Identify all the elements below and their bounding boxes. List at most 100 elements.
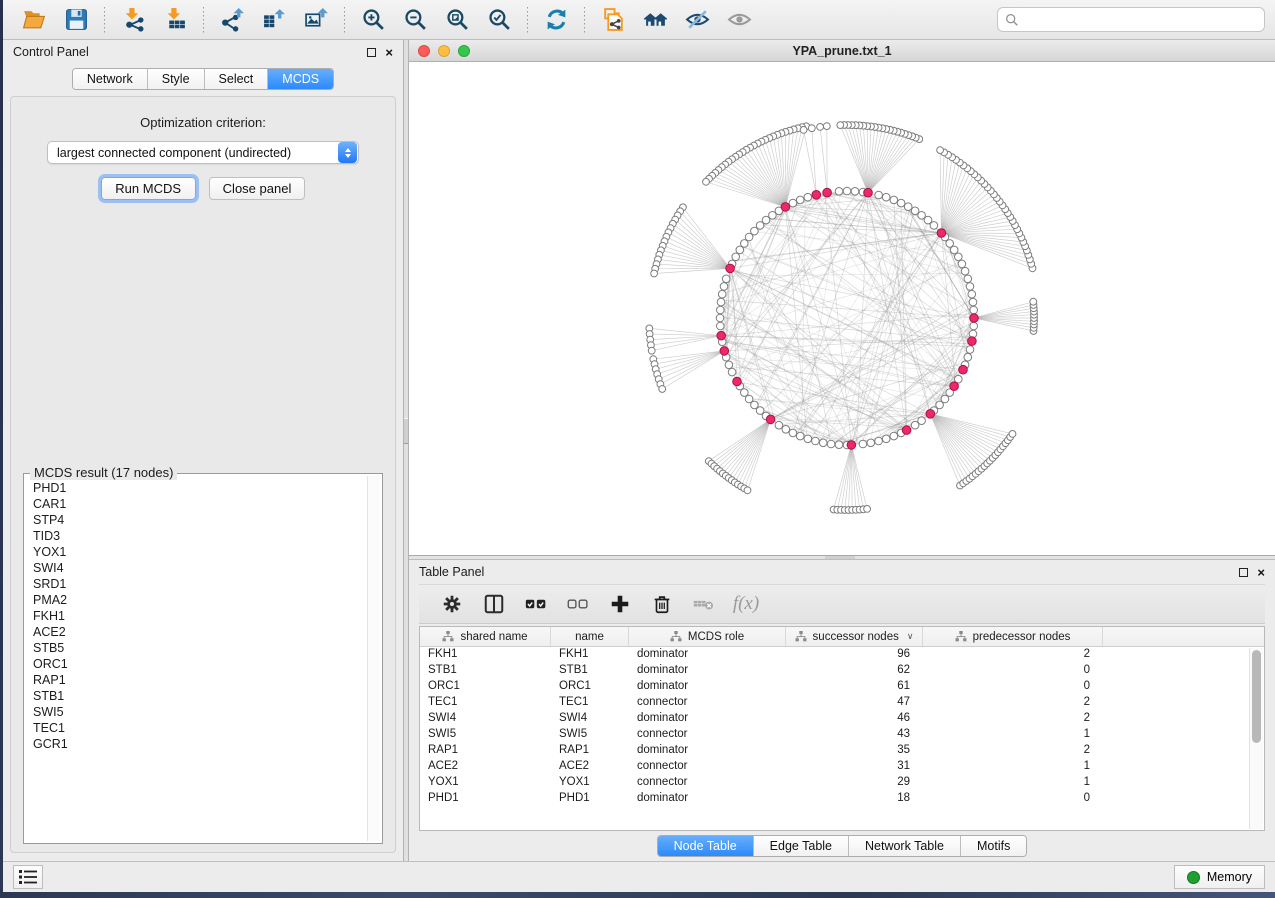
satellite-node[interactable] xyxy=(823,123,830,130)
graph-node[interactable] xyxy=(769,212,777,220)
save-session-button[interactable] xyxy=(58,4,94,36)
close-panel-icon[interactable]: × xyxy=(385,48,393,57)
open-file-button[interactable] xyxy=(16,4,52,36)
table-tab-motifs[interactable]: Motifs xyxy=(961,836,1026,856)
zoom-selected-button[interactable] xyxy=(481,4,517,36)
graph-node[interactable] xyxy=(741,389,749,397)
close-panel-button[interactable]: Close panel xyxy=(209,177,306,200)
mcds-node[interactable] xyxy=(733,377,742,386)
graph-edge[interactable] xyxy=(856,125,868,193)
mcds-result-item[interactable]: STP4 xyxy=(33,512,365,528)
mcds-result-item[interactable]: GCR1 xyxy=(33,736,365,752)
table-row[interactable]: SWI4SWI4dominator462 xyxy=(420,711,1264,727)
graph-edge[interactable] xyxy=(844,125,868,193)
mcds-node[interactable] xyxy=(847,441,856,450)
cell-predecessor-nodes[interactable]: 0 xyxy=(923,679,1103,695)
graph-node[interactable] xyxy=(804,435,812,443)
table-row[interactable]: ACE2ACE2connector311 xyxy=(420,759,1264,775)
graph-edge[interactable] xyxy=(721,206,908,332)
graph-node[interactable] xyxy=(796,432,804,440)
cell-shared-name[interactable]: RAP1 xyxy=(420,743,551,759)
cell-predecessor-nodes[interactable]: 0 xyxy=(923,791,1103,807)
graph-node[interactable] xyxy=(946,240,954,248)
function-builder-button[interactable]: f(x) xyxy=(728,588,764,620)
cell-name[interactable]: FKH1 xyxy=(551,647,629,663)
tab-style[interactable]: Style xyxy=(148,69,205,89)
graph-node[interactable] xyxy=(720,283,728,291)
graph-node[interactable] xyxy=(789,429,797,437)
graph-edge[interactable] xyxy=(660,351,724,384)
graph-node[interactable] xyxy=(970,322,978,330)
cell-shared-name[interactable]: SWI5 xyxy=(420,727,551,743)
mcds-result-item[interactable]: STB1 xyxy=(33,688,365,704)
table-row[interactable]: RAP1RAP1dominator352 xyxy=(420,743,1264,759)
graph-edge[interactable] xyxy=(820,127,827,193)
graph-node[interactable] xyxy=(732,253,740,261)
import-table-button[interactable] xyxy=(157,4,193,36)
satellite-node[interactable] xyxy=(808,125,815,132)
graph-node[interactable] xyxy=(966,346,974,354)
graph-node[interactable] xyxy=(875,437,883,445)
run-mcds-button[interactable]: Run MCDS xyxy=(101,177,196,200)
mcds-result-item[interactable]: ORC1 xyxy=(33,656,365,672)
splitter-grip[interactable] xyxy=(404,418,408,444)
cell-mcds-role[interactable]: dominator xyxy=(629,647,786,663)
graph-node[interactable] xyxy=(782,426,790,434)
mcds-node[interactable] xyxy=(812,191,821,200)
delete-column-button[interactable] xyxy=(644,588,680,620)
graph-node[interactable] xyxy=(961,267,969,275)
cell-name[interactable]: PHD1 xyxy=(551,791,629,807)
cell-predecessor-nodes[interactable]: 1 xyxy=(923,759,1103,775)
graph-edge[interactable] xyxy=(785,129,793,207)
graph-node[interactable] xyxy=(955,253,963,261)
splitter-grip[interactable] xyxy=(825,556,855,559)
cell-successor-nodes[interactable]: 31 xyxy=(786,759,923,775)
graph-edge[interactable] xyxy=(851,445,863,509)
table-tab-network-table[interactable]: Network Table xyxy=(849,836,961,856)
graph-edge[interactable] xyxy=(668,232,730,268)
cell-mcds-role[interactable]: connector xyxy=(629,695,786,711)
graph-node[interactable] xyxy=(970,306,978,314)
table-row[interactable]: STB1STB1dominator620 xyxy=(420,663,1264,679)
cell-predecessor-nodes[interactable]: 2 xyxy=(923,743,1103,759)
export-image-button[interactable] xyxy=(298,4,334,36)
column-header-name[interactable]: name xyxy=(551,627,629,646)
cell-successor-nodes[interactable]: 29 xyxy=(786,775,923,791)
graph-node[interactable] xyxy=(890,432,898,440)
cell-successor-nodes[interactable]: 96 xyxy=(786,647,923,663)
mcds-result-item[interactable]: SWI5 xyxy=(33,704,365,720)
mcds-node[interactable] xyxy=(926,410,935,419)
mcds-result-item[interactable]: RAP1 xyxy=(33,672,365,688)
graph-node[interactable] xyxy=(804,193,812,201)
cell-successor-nodes[interactable]: 35 xyxy=(786,743,923,759)
mcds-node[interactable] xyxy=(823,188,832,197)
satellite-node[interactable] xyxy=(648,347,655,354)
tab-select[interactable]: Select xyxy=(205,69,269,89)
cell-shared-name[interactable]: ACE2 xyxy=(420,759,551,775)
graph-edge[interactable] xyxy=(683,207,730,268)
satellite-node[interactable] xyxy=(744,487,751,494)
cell-name[interactable]: SWI4 xyxy=(551,711,629,727)
export-table-button[interactable] xyxy=(256,4,292,36)
cell-successor-nodes[interactable]: 62 xyxy=(786,663,923,679)
mcds-node[interactable] xyxy=(720,347,729,356)
cell-predecessor-nodes[interactable]: 2 xyxy=(923,695,1103,711)
cell-shared-name[interactable]: YOX1 xyxy=(420,775,551,791)
graph-node[interactable] xyxy=(819,439,827,447)
hide-selected-button[interactable] xyxy=(679,4,715,36)
export-network-button[interactable] xyxy=(214,4,250,36)
table-row[interactable]: PHD1PHD1dominator180 xyxy=(420,791,1264,807)
import-network-button[interactable] xyxy=(115,4,151,36)
graph-node[interactable] xyxy=(775,421,783,429)
graph-node[interactable] xyxy=(924,216,932,224)
mcds-result-item[interactable]: STB5 xyxy=(33,640,365,656)
cell-name[interactable]: YOX1 xyxy=(551,775,629,791)
graph-edge[interactable] xyxy=(657,351,724,374)
mcds-result-item[interactable]: ACE2 xyxy=(33,624,365,640)
graph-node[interactable] xyxy=(911,207,919,215)
table-row[interactable]: TEC1TEC1connector472 xyxy=(420,695,1264,711)
mcds-node[interactable] xyxy=(902,426,911,435)
cell-name[interactable]: STB1 xyxy=(551,663,629,679)
table-row[interactable]: FKH1FKH1dominator962 xyxy=(420,647,1264,663)
show-all-button[interactable] xyxy=(721,4,757,36)
